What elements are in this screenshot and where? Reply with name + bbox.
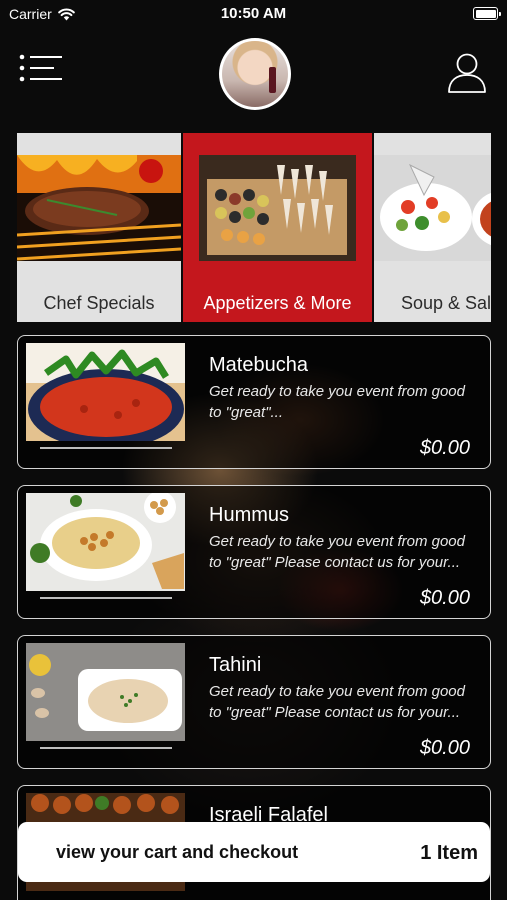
menu-button[interactable] (18, 54, 66, 88)
category-carousel[interactable]: Chef Specials Appetizers & More Soup & S… (17, 133, 491, 322)
cart-label: view your cart and checkout (56, 842, 299, 862)
category-soup-salad[interactable]: Soup & Salad (374, 133, 491, 322)
category-appetizers[interactable]: Appetizers & More (183, 133, 372, 322)
menu-item-card[interactable]: Hummus Get ready to take you event from … (17, 485, 491, 619)
avatar-photo (222, 41, 288, 107)
thumbnail-underline (40, 597, 172, 599)
thumbnail-underline (40, 747, 172, 749)
chef-specials-image (17, 155, 182, 261)
category-chef-specials[interactable]: Chef Specials (17, 133, 182, 322)
item-price: $0.00 (419, 437, 470, 459)
category-label: Appetizers & More (203, 293, 352, 313)
menu-list-icon (19, 54, 62, 82)
thumbnail-underline (40, 447, 172, 449)
status-bar: Carrier 10:50 AM (0, 0, 507, 28)
item-price: $0.00 (419, 737, 470, 759)
item-description: Get ready to take you event from good to… (209, 533, 465, 571)
view-cart-button[interactable]: view your cart and checkout 1 Item (18, 822, 490, 882)
battery-icon (473, 7, 501, 20)
category-label: Chef Specials (43, 293, 155, 313)
item-name: Tahini (209, 654, 262, 676)
clock: 10:50 AM (220, 5, 287, 22)
hummus-thumbnail (26, 493, 185, 591)
menu-item-card[interactable]: Matebucha Get ready to take you event fr… (17, 335, 491, 469)
item-price: $0.00 (419, 587, 470, 609)
item-name: Matebucha (209, 354, 308, 376)
menu-item-card[interactable]: Tahini Get ready to take you event from … (17, 635, 491, 769)
appetizers-image (199, 155, 356, 261)
item-description: Get ready to take you event from good to… (209, 683, 465, 721)
item-description: Get ready to take you event from good to… (209, 383, 465, 421)
item-name: Hummus (209, 504, 290, 526)
category-label: Soup & Salad (400, 293, 491, 313)
user-profile-icon (448, 53, 486, 93)
cart-item-count: 1 Item (420, 842, 478, 864)
matebucha-thumbnail (26, 343, 185, 441)
profile-button[interactable] (447, 52, 487, 94)
soup-salad-image (374, 155, 491, 261)
restaurant-avatar[interactable] (219, 38, 291, 110)
tahini-thumbnail (26, 643, 185, 741)
